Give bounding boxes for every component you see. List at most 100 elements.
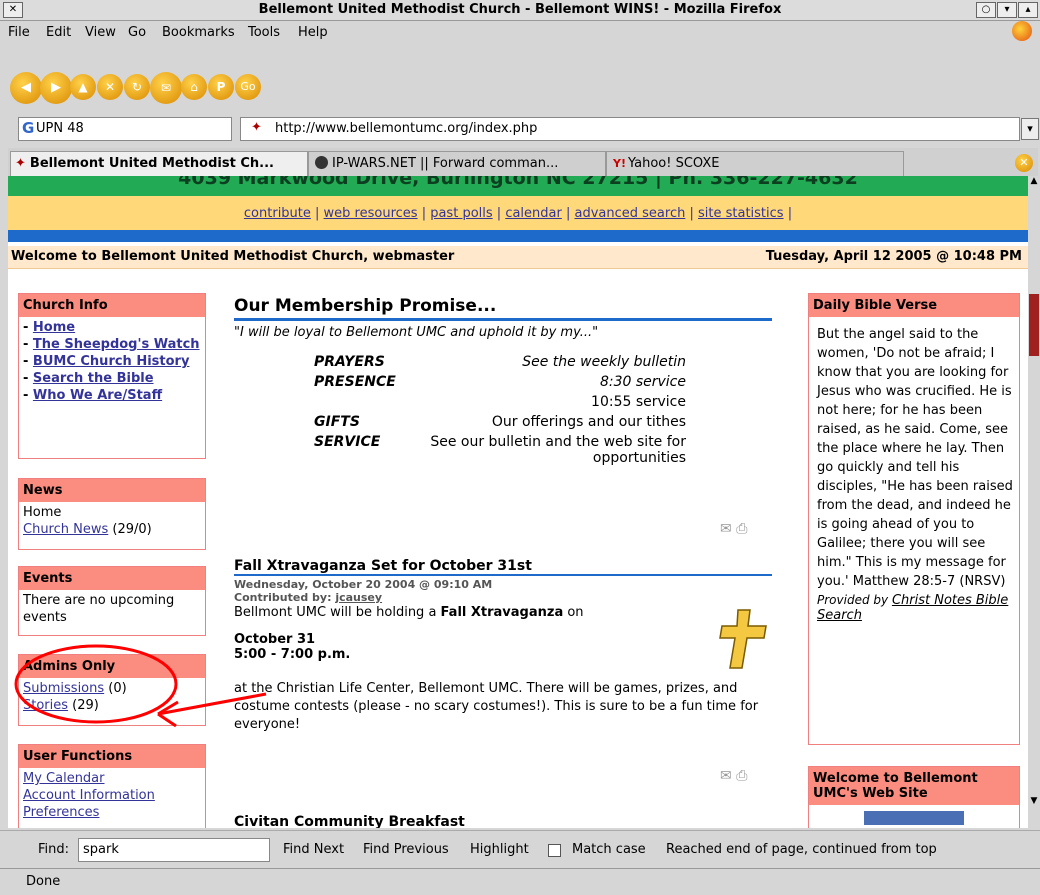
link-advanced-search[interactable]: advanced search <box>575 206 686 221</box>
highlight-button[interactable]: Highlight <box>470 842 529 857</box>
ipwars-favicon-icon <box>315 156 328 169</box>
match-case-checkbox[interactable] <box>548 844 561 857</box>
status-bar: Done <box>0 868 1040 895</box>
link-contribute[interactable]: contribute <box>244 206 311 221</box>
minimize-window-button[interactable]: ▴ <box>1018 2 1038 18</box>
tab-ipwars[interactable]: IP-WARS.NET || Forward comman... <box>308 151 606 176</box>
promise-key: PRAYERS <box>314 354 385 370</box>
nav-home[interactable]: Home <box>33 320 75 335</box>
provided-by-label: Provided by <box>817 593 889 607</box>
church-info-title: Church Info <box>19 294 205 317</box>
find-previous-button[interactable]: Find Previous <box>363 842 449 857</box>
promise-key: SERVICE <box>314 434 381 450</box>
url-text: http://www.bellemontumc.org/index.php <box>275 121 538 136</box>
find-input[interactable]: spark <box>78 838 270 862</box>
close-tab-icon[interactable]: ✕ <box>1015 154 1033 172</box>
firefox-logo-icon <box>1012 21 1032 41</box>
window-title: Bellemont United Methodist Church - Bell… <box>258 2 782 17</box>
menu-file[interactable]: File <box>8 25 30 40</box>
welcome-text: Welcome to Bellemont United Methodist Ch… <box>11 249 455 264</box>
annotation-circle <box>14 644 178 724</box>
cross-icon <box>719 609 767 669</box>
story-title[interactable]: Fall Xtravaganza Set for October 31st <box>234 558 772 576</box>
news-box: News Home Church News (29/0) <box>18 478 206 550</box>
mail-icon[interactable]: ✉ <box>150 72 182 104</box>
tab-yahoo[interactable]: Y! Yahoo! SCOXE <box>606 151 904 176</box>
print-story-icon[interactable]: ⎙ <box>736 521 747 537</box>
bible-verse-box: Daily Bible Verse But the angel said to … <box>808 293 1020 745</box>
event-time: 5:00 - 7:00 p.m. <box>234 647 351 662</box>
next-story-title[interactable]: Civitan Community Breakfast <box>234 814 465 828</box>
home-icon[interactable]: ⌂ <box>181 74 207 100</box>
contributed-by-label: Contributed by: <box>234 591 332 604</box>
forward-icon[interactable]: ▶ <box>40 72 72 104</box>
link-calendar[interactable]: calendar <box>505 206 562 221</box>
user-functions-box: User Functions My Calendar Account Infor… <box>18 744 206 828</box>
events-box: Events There are no upcoming events <box>18 566 206 636</box>
link-site-statistics[interactable]: site statistics <box>698 206 784 221</box>
email-story-icon[interactable]: ✉ <box>720 768 732 784</box>
menu-view[interactable]: View <box>85 25 116 40</box>
promise-key: GIFTS <box>314 414 360 430</box>
reload-icon[interactable]: ↻ <box>124 74 150 100</box>
contributor-link[interactable]: jcausey <box>335 591 382 604</box>
find-input-value: spark <box>83 842 119 857</box>
tab-bellemont[interactable]: ✦ Bellemont United Methodist Ch... <box>10 151 308 176</box>
scroll-up-icon[interactable]: ▲ <box>1028 176 1040 190</box>
email-story-icon[interactable]: ✉ <box>720 521 732 537</box>
scroll-thumb[interactable] <box>1029 294 1039 356</box>
story-intro-c: on <box>563 605 584 620</box>
find-next-button[interactable]: Find Next <box>283 842 344 857</box>
find-bar: Find: spark Find Next Find Previous High… <box>0 830 1040 869</box>
promise-value: Our offerings and our tithes <box>491 414 686 430</box>
search-field[interactable]: G UPN 48 <box>18 117 232 141</box>
bible-verse-title: Daily Bible Verse <box>809 294 1019 317</box>
church-news-link[interactable]: Church News <box>23 522 108 537</box>
link-past-polls[interactable]: past polls <box>430 206 492 221</box>
promise-value: See our bulletin and the web site for op… <box>430 434 686 466</box>
maximize-window-button[interactable]: ○ <box>976 2 996 18</box>
go-icon[interactable]: Go <box>235 74 261 100</box>
navigation-toolbar: ◀ ▶ ▲ ✕ ↻ ✉ ⌂ P Go <box>0 68 1040 113</box>
menu-bar: File Edit View Go Bookmarks Tools Help <box>0 21 1040 45</box>
nav-sheepdog[interactable]: The Sheepdog's Watch <box>33 337 200 352</box>
menu-go[interactable]: Go <box>128 25 146 40</box>
vertical-scrollbar[interactable]: ▲ ▼ <box>1028 176 1040 828</box>
print-icon[interactable]: P <box>208 74 234 100</box>
church-news-count: (29/0) <box>112 522 152 537</box>
up-icon[interactable]: ▲ <box>70 74 96 100</box>
events-text: There are no upcoming events <box>23 593 175 625</box>
shade-window-button[interactable]: ▾ <box>997 2 1017 18</box>
menu-tools[interactable]: Tools <box>248 25 280 40</box>
tab-label: Yahoo! SCOXE <box>627 156 720 171</box>
stop-icon[interactable]: ✕ <box>97 74 123 100</box>
story-xtravaganza: Fall Xtravaganza Set for October 31st We… <box>234 558 772 784</box>
nav-history[interactable]: BUMC Church History <box>33 354 190 369</box>
promise-value: See the weekly bulletin <box>522 354 686 370</box>
welcome-box-title: Welcome to Bellemont UMC's Web Site <box>809 767 1019 805</box>
account-info-link[interactable]: Account Information <box>23 788 155 803</box>
back-icon[interactable]: ◀ <box>10 72 42 104</box>
promise-value: 10:55 service <box>591 394 686 410</box>
promise-title: Our Membership Promise... <box>234 296 772 321</box>
status-text: Done <box>26 874 61 889</box>
user-functions-title: User Functions <box>19 745 205 768</box>
my-calendar-link[interactable]: My Calendar <box>23 771 105 786</box>
scroll-down-icon[interactable]: ▼ <box>1028 796 1040 810</box>
link-web-resources[interactable]: web resources <box>324 206 418 221</box>
menu-edit[interactable]: Edit <box>46 25 71 40</box>
url-bar[interactable]: ✦ http://www.bellemontumc.org/index.php <box>240 117 1020 141</box>
news-home: Home <box>23 505 62 520</box>
print-story-icon[interactable]: ⎙ <box>736 768 747 784</box>
nav-who-we-are[interactable]: Who We Are/Staff <box>33 388 162 403</box>
menu-help[interactable]: Help <box>298 25 328 40</box>
membership-promise: Our Membership Promise... "I will be loy… <box>234 296 772 537</box>
story-intro-a: Bellmont UMC will be holding a <box>234 605 441 620</box>
search-field-value: UPN 48 <box>36 121 84 136</box>
url-dropdown-button[interactable]: ▾ <box>1021 118 1039 140</box>
nav-search-bible[interactable]: Search the Bible <box>33 371 154 386</box>
menu-bookmarks[interactable]: Bookmarks <box>162 25 235 40</box>
story-intro-b: Fall Xtravaganza <box>440 605 564 620</box>
preferences-link[interactable]: Preferences <box>23 805 99 820</box>
event-date: October 31 <box>234 632 316 647</box>
